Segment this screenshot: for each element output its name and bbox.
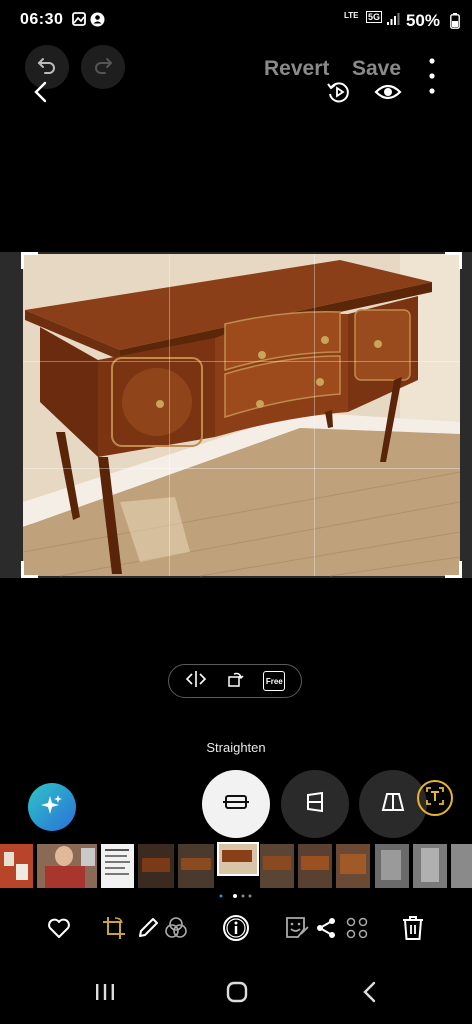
flip-horizontal-icon — [185, 670, 206, 687]
ai-edit-button[interactable] — [28, 783, 76, 831]
filmstrip-position-indicator — [218, 886, 254, 898]
pencil-icon — [136, 916, 160, 945]
sticker-icon — [284, 915, 310, 946]
straighten-button[interactable] — [202, 770, 270, 838]
delete-button[interactable] — [399, 915, 427, 946]
apps-icon — [345, 916, 369, 945]
nav-back-button[interactable] — [356, 981, 384, 1007]
undo-icon — [36, 54, 58, 81]
rotate-button[interactable] — [226, 670, 244, 693]
sparkle-icon — [40, 793, 64, 822]
crop-handle-bottom-left[interactable] — [21, 561, 38, 578]
redo-icon — [92, 54, 114, 81]
more-vert-icon — [424, 58, 440, 108]
video-replay-icon — [326, 82, 352, 109]
crop-handle-top-left[interactable] — [21, 252, 38, 269]
filmstrip-thumb[interactable] — [101, 844, 134, 888]
horizontal-perspective-icon — [380, 790, 406, 819]
aspect-ratio-label: Free — [265, 676, 283, 686]
filters-button[interactable] — [162, 916, 190, 944]
rotate-icon — [228, 672, 244, 687]
trash-icon — [401, 915, 425, 946]
filmstrip-thumb[interactable] — [298, 844, 332, 888]
filmstrip-thumb[interactable] — [413, 844, 447, 888]
crop-handle-top-right[interactable] — [445, 252, 462, 269]
network-type-label: LTE — [344, 11, 359, 20]
battery-level: 50% — [405, 11, 440, 30]
eye-icon — [374, 84, 402, 108]
draw-button[interactable] — [134, 916, 162, 944]
revert-button[interactable]: Revert — [264, 57, 329, 81]
filmstrip-thumb[interactable] — [336, 844, 370, 888]
more-apps-button[interactable] — [343, 916, 371, 944]
text-extract-icon — [425, 786, 445, 811]
crop-grid-line — [23, 361, 460, 363]
signal-icon — [386, 12, 400, 31]
nav-recent-apps-button[interactable] — [91, 981, 119, 1007]
share-button[interactable] — [312, 916, 340, 944]
status-time: 06:30 — [20, 11, 64, 28]
back-chevron-icon — [31, 81, 49, 108]
transform-edit-button[interactable] — [100, 916, 128, 944]
account-notification-icon — [90, 12, 105, 32]
crop-rotate-icon — [101, 915, 127, 946]
filmstrip-thumb[interactable] — [375, 844, 409, 888]
preview-button[interactable] — [374, 80, 402, 109]
info-icon — [222, 914, 250, 947]
redo-button[interactable] — [81, 45, 125, 89]
share-icon — [314, 916, 338, 945]
filmstrip-thumb[interactable] — [138, 844, 174, 888]
filmstrip-thumb[interactable] — [37, 844, 97, 888]
crop-grid-line — [23, 468, 460, 470]
crop-grid-line — [168, 254, 170, 576]
filmstrip-thumb[interactable] — [260, 844, 294, 888]
filmstrip-thumb[interactable] — [178, 844, 214, 888]
text-extract-button[interactable] — [417, 780, 453, 816]
sticker-button[interactable] — [283, 916, 311, 944]
favorite-button[interactable] — [45, 916, 73, 944]
flip-button[interactable] — [185, 670, 207, 693]
straighten-icon — [222, 788, 250, 821]
horizontal-perspective-button[interactable] — [359, 770, 427, 838]
nav-home-button[interactable] — [223, 981, 251, 1007]
battery-icon — [450, 13, 460, 34]
more-options-button[interactable] — [424, 56, 440, 109]
vertical-perspective-button[interactable] — [281, 770, 349, 838]
filmstrip-thumb[interactable] — [451, 844, 472, 888]
crop-grid-line — [314, 254, 316, 576]
heart-icon — [47, 917, 71, 944]
nav-back-icon — [362, 981, 378, 1008]
crop-frame[interactable] — [21, 252, 462, 578]
info-button[interactable] — [222, 914, 250, 947]
gallery-notification-icon — [72, 12, 86, 31]
video-replay-button[interactable] — [326, 79, 352, 110]
save-button[interactable]: Save — [352, 57, 401, 81]
filmstrip-thumb-current[interactable] — [217, 842, 259, 876]
network-5g-label: 5G — [366, 11, 383, 23]
vertical-perspective-icon — [303, 790, 327, 819]
crop-handle-bottom-right[interactable] — [445, 561, 462, 578]
filmstrip-thumb[interactable] — [0, 844, 33, 888]
aspect-ratio-button[interactable]: Free — [263, 671, 286, 691]
crop-tools-pill: Free — [168, 664, 302, 698]
transform-mode-label: Straighten — [206, 740, 266, 755]
recent-apps-icon — [94, 982, 116, 1007]
back-button[interactable] — [31, 80, 49, 109]
home-icon — [226, 981, 248, 1008]
filters-icon — [163, 915, 189, 946]
